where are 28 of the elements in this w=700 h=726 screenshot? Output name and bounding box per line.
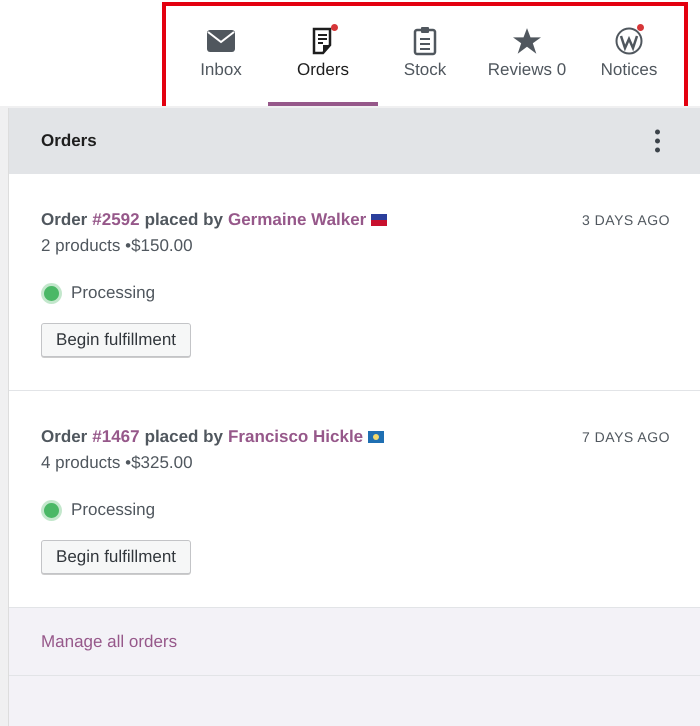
customer-link[interactable]: Francisco Hickle [228, 427, 364, 447]
clipboard-icon [413, 26, 437, 56]
panel-title: Orders [41, 131, 97, 151]
order-time: 7 DAYS AGO [582, 429, 670, 445]
order-time: 3 DAYS AGO [582, 212, 670, 228]
begin-fulfillment-button[interactable]: Begin fulfillment [41, 323, 192, 357]
order-summary: 2 products •$150.00 [41, 236, 194, 256]
status-label: Processing [71, 283, 156, 303]
tab[interactable]: Stock [374, 6, 476, 106]
order-summary: 4 products •$325.00 [41, 453, 194, 473]
tab[interactable]: Orders [272, 6, 374, 106]
tab[interactable]: Notices [578, 6, 680, 106]
begin-fulfillment-button[interactable]: Begin fulfillment [41, 540, 192, 574]
more-icon [655, 129, 660, 153]
tab[interactable]: Reviews 0 [476, 6, 578, 106]
flag-icon [371, 214, 388, 226]
order-title: Order #1467 placed by Francisco Hickle [41, 427, 384, 447]
manage-orders-link[interactable]: Manage all orders [41, 632, 178, 652]
envelope-icon [207, 30, 235, 52]
flag-icon [368, 431, 384, 443]
status-label: Processing [71, 500, 156, 520]
order-number-link[interactable]: #1467 [92, 427, 140, 447]
order-title: Order #2592 placed by Germaine Walker [41, 210, 388, 230]
logo-icon [615, 27, 643, 55]
star-icon [513, 28, 541, 54]
tab[interactable]: Inbox [170, 6, 272, 106]
order-number-link[interactable]: #2592 [92, 210, 140, 230]
customer-link[interactable]: Germaine Walker [228, 210, 366, 230]
